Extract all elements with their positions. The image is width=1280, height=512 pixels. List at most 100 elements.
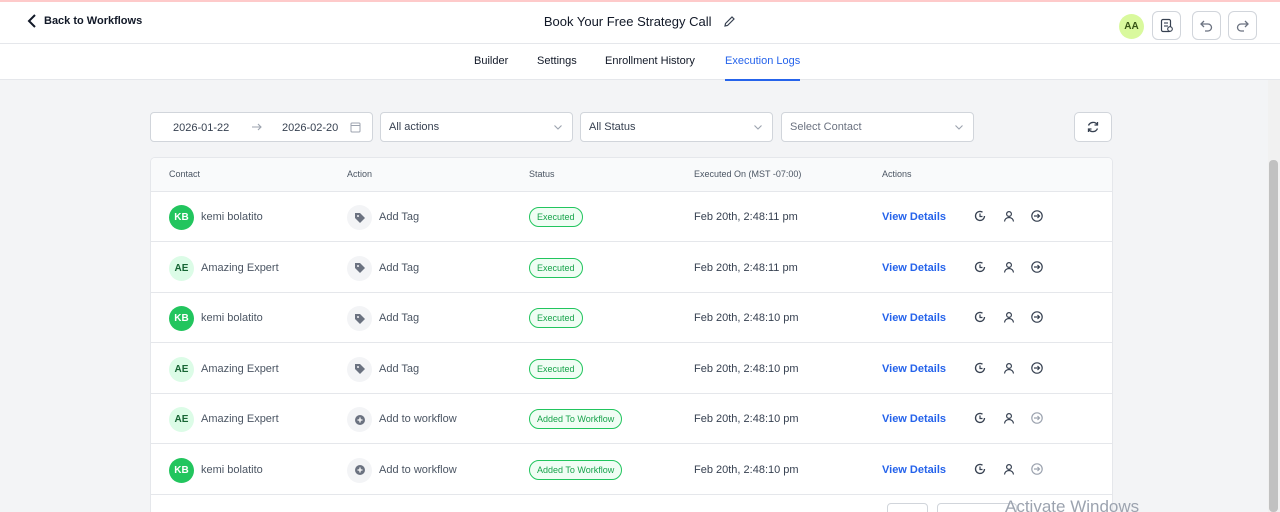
- action-name: Add Tag: [379, 312, 420, 324]
- status-select-value: All Status: [589, 121, 636, 133]
- column-header-status: Status: [529, 169, 555, 179]
- table-row: AE Amazing Expert Add Tag Executed Feb 20th,…: [151, 344, 1112, 394]
- exit-icon[interactable]: [1030, 260, 1044, 274]
- exit-icon[interactable]: [1030, 361, 1044, 375]
- user-icon[interactable]: [1002, 462, 1016, 476]
- status-badge: Executed: [529, 257, 583, 278]
- view-details-link[interactable]: View Details: [882, 211, 946, 223]
- contact-select[interactable]: Select Contact: [781, 112, 974, 142]
- contact-avatar: AE: [169, 356, 194, 382]
- arrow-right-icon: [251, 120, 263, 137]
- tag-icon: [347, 306, 372, 331]
- actions-select[interactable]: All actions: [380, 112, 573, 142]
- history-icon[interactable]: [973, 310, 987, 324]
- exit-icon[interactable]: [1030, 462, 1044, 476]
- tab-execution-logs[interactable]: Execution Logs: [725, 55, 801, 81]
- view-details-link[interactable]: View Details: [882, 464, 946, 476]
- chevron-down-icon: [954, 122, 964, 135]
- action-name: Add to workflow: [379, 413, 457, 425]
- tag-icon: [347, 255, 372, 281]
- action-name: Add Tag: [379, 261, 420, 274]
- calendar-icon: [350, 121, 361, 136]
- column-header-actions: Actions: [882, 169, 912, 179]
- status-badge: Executed: [529, 308, 583, 328]
- status-badge: Executed: [529, 358, 583, 379]
- exit-icon[interactable]: [1030, 411, 1044, 425]
- column-header-action: Action: [347, 169, 373, 179]
- user-avatar[interactable]: AA: [1119, 14, 1144, 39]
- refresh-button[interactable]: [1074, 112, 1112, 142]
- redo-icon: [1236, 20, 1249, 32]
- execution-logs-table: Contact Action Status Executed On (MST -…: [150, 157, 1113, 512]
- plus-circle-icon: [347, 407, 372, 432]
- history-icon[interactable]: [973, 209, 987, 223]
- exit-icon[interactable]: [1030, 209, 1044, 223]
- user-icon[interactable]: [1002, 361, 1016, 375]
- redo-button[interactable]: [1228, 11, 1257, 40]
- contact-name[interactable]: kemi bolatito: [201, 464, 263, 476]
- notes-button[interactable]: [1152, 11, 1181, 40]
- column-header-contact: Contact: [169, 169, 201, 179]
- date-start: 2026-01-22: [173, 122, 230, 134]
- action-name: Add to workflow: [379, 463, 457, 476]
- tag-icon: [347, 356, 372, 382]
- undo-button[interactable]: [1192, 11, 1221, 40]
- history-icon[interactable]: [973, 462, 987, 476]
- tab-bar: Builder Settings Enrollment History Exec…: [0, 44, 1280, 81]
- contact-select-placeholder: Select Contact: [790, 121, 862, 133]
- contact-name[interactable]: Amazing Expert: [201, 413, 279, 425]
- plus-circle-icon: [347, 457, 372, 483]
- tab-settings[interactable]: Settings: [537, 55, 577, 67]
- chevron-down-icon: [753, 122, 763, 135]
- contact-avatar: AE: [169, 255, 194, 281]
- refresh-icon: [1087, 121, 1099, 133]
- view-details-link[interactable]: View Details: [882, 312, 946, 324]
- view-details-link[interactable]: View Details: [882, 363, 946, 375]
- executed-on: Feb 20th, 2:48:10 pm: [694, 312, 799, 324]
- user-icon[interactable]: [1002, 411, 1016, 425]
- status-badge: Added To Workflow: [529, 459, 623, 480]
- table-row: KB kemi bolatito Add Tag Executed Feb 20th, …: [151, 192, 1112, 242]
- executed-on: Feb 20th, 2:48:11 pm: [694, 261, 798, 274]
- exit-icon[interactable]: [1030, 310, 1044, 324]
- executed-on: Feb 20th, 2:48:10 pm: [694, 413, 799, 425]
- table-header: Contact Action Status Executed On (MST -…: [151, 158, 1112, 192]
- executed-on: Feb 20th, 2:48:10 pm: [694, 362, 799, 375]
- contact-avatar: KB: [169, 205, 194, 230]
- page-scrollbar-thumb[interactable]: [1269, 160, 1278, 512]
- page-size-select[interactable]: [887, 503, 928, 512]
- table-row: AE Amazing Expert Add to workflow Added To …: [151, 394, 1112, 444]
- contact-name[interactable]: kemi bolatito: [201, 211, 263, 223]
- contact-name[interactable]: Amazing Expert: [201, 262, 279, 274]
- contact-avatar: AE: [169, 407, 194, 432]
- undo-icon: [1200, 20, 1213, 32]
- history-icon[interactable]: [973, 411, 987, 425]
- view-details-link[interactable]: View Details: [882, 413, 946, 425]
- document-icon: [1160, 18, 1173, 33]
- view-details-link[interactable]: View Details: [882, 262, 946, 274]
- table-row: AE Amazing Expert Add Tag Executed Feb 20th,…: [151, 243, 1112, 293]
- date-range-picker[interactable]: 2026-01-22 2026-02-20: [150, 112, 373, 142]
- column-header-executed-on: Executed On (MST -07:00): [694, 169, 802, 179]
- table-row: KB kemi bolatito Add Tag Executed Feb 20th, …: [151, 293, 1112, 343]
- history-icon[interactable]: [973, 361, 987, 375]
- activate-windows-watermark: Activate Windows: [1005, 497, 1140, 512]
- pencil-icon[interactable]: [723, 15, 736, 31]
- workflow-title-wrap: Book Your Free Strategy Call: [0, 14, 1280, 31]
- date-end: 2026-02-20: [282, 122, 339, 134]
- tab-enrollment-history[interactable]: Enrollment History: [605, 55, 695, 67]
- contact-name[interactable]: kemi bolatito: [201, 312, 263, 324]
- contact-avatar: KB: [169, 457, 194, 483]
- tab-builder[interactable]: Builder: [474, 55, 508, 67]
- user-icon[interactable]: [1002, 260, 1016, 274]
- contact-avatar: KB: [169, 306, 194, 331]
- user-icon[interactable]: [1002, 209, 1016, 223]
- user-icon[interactable]: [1002, 310, 1016, 324]
- status-badge: Added To Workflow: [529, 409, 623, 429]
- status-badge: Executed: [529, 207, 583, 227]
- status-select[interactable]: All Status: [580, 112, 773, 142]
- history-icon[interactable]: [973, 260, 987, 274]
- action-name: Add Tag: [379, 362, 420, 375]
- contact-name[interactable]: Amazing Expert: [201, 363, 279, 375]
- action-name: Add Tag: [379, 211, 420, 223]
